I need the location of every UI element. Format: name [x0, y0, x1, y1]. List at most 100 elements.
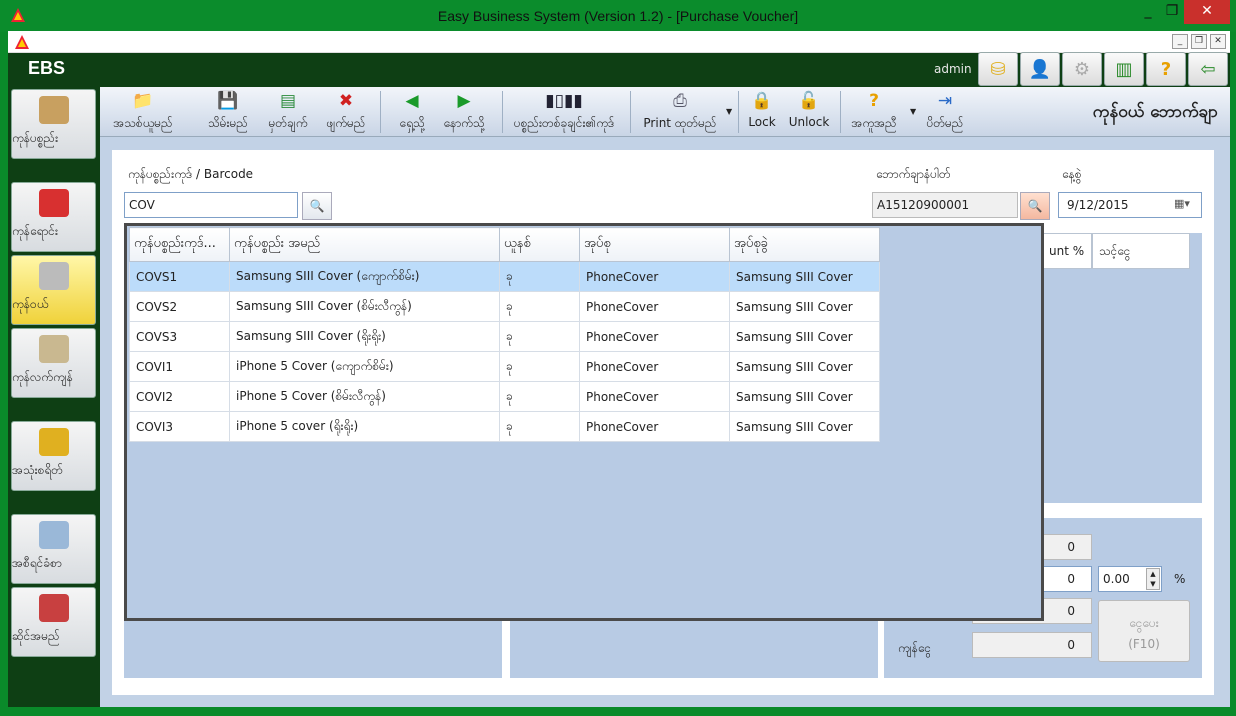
unlock-label: Unlock: [788, 115, 830, 129]
column-header-unit[interactable]: ယူနစ်: [499, 227, 580, 262]
help-button[interactable]: ? အကူအညီ: [846, 91, 902, 133]
page-title: ကုန်ဝယ် ဘောက်ချာ: [1092, 102, 1218, 122]
column-header-code[interactable]: ကုန်ပစ္စည်းကုဒ်...: [129, 227, 230, 262]
table-row[interactable]: COVI1 iPhone 5 Cover (ကျောက်စိမ်း) ခု Ph…: [129, 351, 880, 382]
lock-icon: 🔒: [751, 91, 773, 111]
cell-code: COVS2: [129, 291, 230, 322]
delete-button[interactable]: ✖ ဖျက်မည်: [318, 91, 374, 133]
cell-unit: ခု: [499, 291, 580, 322]
cell-group: PhoneCover: [579, 351, 730, 382]
column-header-subgroup[interactable]: အုပ်စုခွဲ: [729, 227, 880, 262]
code-label: ကုန်ပစ္စည်းကုဒ် / Barcode: [128, 167, 254, 181]
barcode-label: ပစ္စည်းတစ်ခုချင်း၏ကုဒ်: [513, 116, 615, 130]
cell-name: Samsung SIII Cover (စိမ်းလီကွန်): [229, 291, 500, 322]
nav-item-label: ကုန်ရောင်း: [12, 224, 58, 238]
report-icon: [38, 521, 69, 549]
unlock-button[interactable]: 🔓 Unlock: [786, 91, 832, 133]
amount-column-header: သင့်ငွေ: [1092, 233, 1190, 269]
nav-item-label: ကုန်ဝယ်: [12, 297, 49, 311]
box-icon: [38, 96, 69, 124]
discount-amount-field[interactable]: 0: [1040, 566, 1092, 592]
table-row[interactable]: COVS2 Samsung SIII Cover (စိမ်းလီကွန်) ခ…: [129, 291, 880, 322]
cell-code: COVI2: [129, 381, 230, 412]
nav-item-label: ဆိုင်အမည်: [12, 629, 60, 643]
search-button[interactable]: 🔍: [302, 192, 332, 220]
cash-register-icon: [38, 428, 69, 456]
discount-spinner[interactable]: ▲ ▼: [1146, 568, 1160, 590]
pay-button[interactable]: ငွေပေး (F10): [1098, 600, 1190, 662]
product-dropdown: ကုန်ပစ္စည်းကုဒ်... ကုန်ပစ္စည်း အမည် ယူနစ…: [124, 223, 1044, 621]
table-row[interactable]: COVI2 iPhone 5 Cover (စိမ်းလီကွန်) ခု Ph…: [129, 381, 880, 412]
mdi-restore-icon[interactable]: ❐: [1191, 34, 1207, 49]
cell-group: PhoneCover: [579, 261, 730, 292]
left-nav: ကုန်ပစ္စည်း ကုန်ရောင်း ကုန်ဝယ် ကုန်လက်ကျ…: [8, 87, 100, 707]
user-icon[interactable]: 👤: [1020, 52, 1060, 86]
exit-icon[interactable]: ⇦: [1188, 52, 1228, 86]
top-bar: EBS admin ⛁ 👤 ⚙ ▥ ? ⇦: [8, 52, 1230, 87]
mdi-close-icon[interactable]: ✕: [1210, 34, 1226, 49]
close-icon[interactable]: ✕: [1184, 0, 1230, 24]
shop-icon: [38, 594, 69, 622]
cell-subgroup: Samsung SIII Cover: [729, 321, 880, 352]
question-icon: ?: [869, 91, 879, 111]
nav-item-stock[interactable]: ကုန်လက်ကျန်: [11, 328, 96, 398]
toolbar-separator: [502, 91, 503, 133]
voucher-search-button[interactable]: 🔍: [1020, 192, 1050, 220]
column-header-name[interactable]: ကုန်ပစ္စည်း အမည်: [229, 227, 500, 262]
database-icon[interactable]: ⛁: [978, 52, 1018, 86]
prev-button[interactable]: ◀ ရှေ့သို့: [384, 91, 440, 133]
cell-unit: ခု: [499, 321, 580, 352]
print-label: Print ထုတ်မည်: [643, 116, 717, 130]
new-button[interactable]: 📁 အသစ်ယူမည်: [102, 91, 184, 133]
balance-label: ကျန်ငွေ: [898, 641, 932, 655]
toolbar-separator: [630, 91, 631, 133]
mdi-minimize-icon[interactable]: _: [1172, 34, 1188, 49]
nav-item-purchase[interactable]: ကုန်ဝယ်: [11, 255, 96, 325]
next-label: နောက်သို့: [443, 116, 485, 130]
lock-button[interactable]: 🔒 Lock: [742, 91, 782, 133]
cell-subgroup: Samsung SIII Cover: [729, 381, 880, 412]
note-icon: ▤: [279, 91, 297, 111]
nav-item-report[interactable]: အစီရင်ခံစာ: [11, 514, 96, 584]
table-header-row: ကုန်ပစ္စည်းကုဒ်... ကုန်ပစ္စည်း အမည် ယူနစ…: [129, 227, 880, 262]
nav-item-sales[interactable]: ကုန်ရောင်း: [11, 182, 96, 252]
cell-group: PhoneCover: [579, 411, 730, 442]
printer-icon: ⎙: [673, 91, 687, 111]
nav-item-products[interactable]: ကုန်ပစ္စည်း: [11, 89, 96, 159]
cell-subgroup: Samsung SIII Cover: [729, 351, 880, 382]
note-button[interactable]: ▤ မှတ်ချက်: [260, 91, 316, 133]
cell-unit: ခု: [499, 351, 580, 382]
toolbar-separator: [380, 91, 381, 133]
stock-box-icon: [38, 335, 69, 363]
cell-subgroup: Samsung SIII Cover: [729, 411, 880, 442]
toolbar-separator: [738, 91, 739, 133]
help-icon[interactable]: ?: [1146, 52, 1186, 86]
mdi-app-icon: [14, 34, 30, 53]
pay-shortcut: (F10): [1128, 637, 1160, 651]
calendar-dropdown-icon[interactable]: ▦▾: [1174, 197, 1190, 210]
lock-label: Lock: [748, 115, 776, 129]
column-header-group[interactable]: အုပ်စု: [579, 227, 730, 262]
help-dropdown-icon[interactable]: ▼: [910, 107, 916, 116]
close-form-button[interactable]: ⇥ ပိတ်မည်: [922, 91, 968, 133]
table-row[interactable]: COVS3 Samsung SIII Cover (ရိုးရိုး) ခု P…: [129, 321, 880, 352]
settings-icon[interactable]: ⚙: [1062, 52, 1102, 86]
next-button[interactable]: ▶ နောက်သို့: [436, 91, 492, 133]
chart-icon[interactable]: ▥: [1104, 52, 1144, 86]
cell-name: Samsung SIII Cover (ကျောက်စိမ်း): [229, 261, 500, 292]
save-button[interactable]: 💾 သိမ်းမည်: [200, 91, 256, 133]
close-form-label: ပိတ်မည်: [926, 116, 964, 130]
voucher-input[interactable]: A15120900001: [872, 192, 1018, 218]
cell-subgroup: Samsung SIII Cover: [729, 261, 880, 292]
nav-item-expense[interactable]: အသုံးစရိတ်: [11, 421, 96, 491]
table-row[interactable]: COVS1 Samsung SIII Cover (ကျောက်စိမ်း) ခ…: [129, 261, 880, 292]
nav-item-label: အစီရင်ခံစာ: [12, 556, 62, 570]
print-dropdown-icon[interactable]: ▼: [726, 107, 732, 116]
unlock-icon: 🔓: [798, 91, 820, 111]
code-input[interactable]: COV: [124, 192, 298, 218]
nav-item-shop[interactable]: ဆိုင်အမည်: [11, 587, 96, 657]
table-row[interactable]: COVI3 iPhone 5 cover (ရိုးရိုး) ခု Phone…: [129, 411, 880, 442]
delete-label: ဖျက်မည်: [326, 116, 366, 130]
barcode-button[interactable]: ▮▯▮▮ ပစ္စည်းတစ်ခုချင်း၏ကုဒ်: [508, 91, 620, 133]
print-button[interactable]: ⎙ Print ထုတ်မည်: [636, 91, 724, 133]
